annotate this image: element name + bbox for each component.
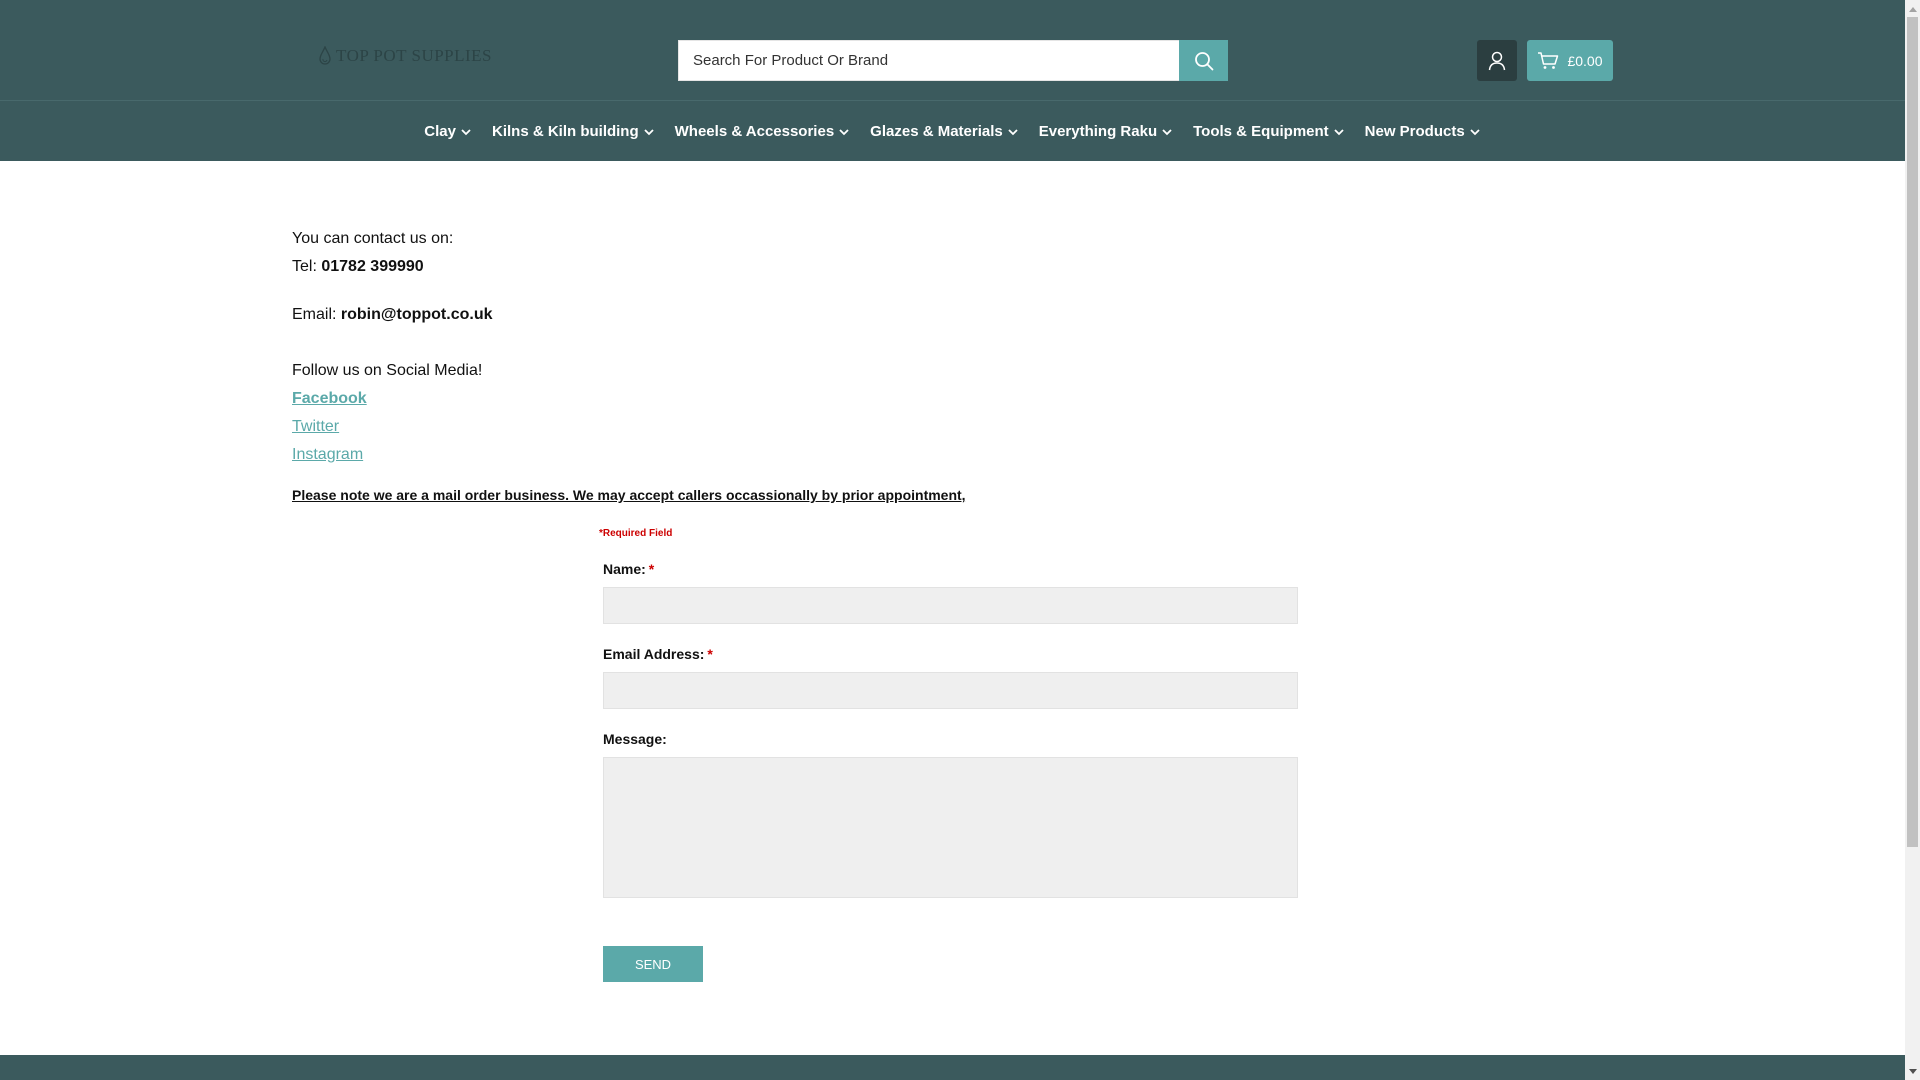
send-button[interactable]: SEND (603, 946, 703, 982)
droplet-icon (319, 46, 331, 65)
scroll-up-arrow[interactable] (1905, 0, 1920, 17)
header-bar: TOP POT SUPPLIES £0.00 (0, 0, 1905, 100)
nav-item-label: New Products (1364, 123, 1465, 140)
nav-item-tools[interactable]: Tools & Equipment (1193, 123, 1345, 140)
logo-text: TOP POT SUPPLIES (336, 46, 493, 65)
chevron-down-icon (1470, 128, 1480, 135)
name-field[interactable] (603, 587, 1298, 624)
email-address-label: Email Address: * (603, 646, 1303, 662)
instagram-link[interactable]: Instagram (292, 441, 1292, 469)
page: TOP POT SUPPLIES £0.00 (0, 0, 1905, 1080)
account-button[interactable] (1477, 40, 1517, 81)
nav-list: Clay Kilns & Kiln building Wheels & Acce… (0, 101, 1905, 162)
chevron-down-icon (1162, 128, 1172, 135)
main-nav: Clay Kilns & Kiln building Wheels & Acce… (0, 100, 1905, 161)
required-marker: * (707, 646, 713, 662)
arrow-up-icon (1908, 6, 1917, 12)
chevron-down-icon (461, 128, 471, 135)
contact-form: *Required Field Name: * Email Address: * M… (599, 528, 1303, 982)
contact-info: You can contact us on: Tel: 01782 399990… (292, 225, 1292, 503)
twitter-link[interactable]: Twitter (292, 413, 1292, 441)
message-field[interactable] (603, 757, 1298, 898)
social-heading: Follow us on Social Media! (292, 362, 483, 379)
required-marker: * (648, 561, 655, 577)
scroll-down-arrow[interactable] (1905, 1063, 1920, 1080)
page-scrollbar[interactable] (1905, 0, 1920, 1080)
chevron-down-icon (1334, 128, 1344, 135)
nav-item-label: Everything Raku (1038, 123, 1158, 140)
search-icon (1194, 51, 1213, 70)
nav-item-raku[interactable]: Everything Raku (1039, 123, 1173, 140)
nav-item-clay[interactable]: Clay (424, 123, 472, 140)
message-label: Message: (603, 731, 667, 747)
chevron-down-icon (839, 128, 849, 135)
search-input[interactable] (678, 40, 1179, 81)
telephone-line: Tel: 01782 399990 (292, 253, 1292, 281)
name-label-text: Name: (603, 561, 646, 577)
search-button[interactable] (1179, 40, 1228, 81)
nav-item-label: Glazes & Materials (870, 123, 1003, 140)
nav-item-label: Wheels & Accessories (674, 123, 835, 140)
scroll-thumb[interactable] (1907, 17, 1918, 847)
user-icon (1488, 51, 1506, 70)
cart-button[interactable]: £0.00 (1527, 40, 1613, 81)
chevron-down-icon (644, 128, 654, 135)
required-field-note: *Required Field (599, 528, 673, 539)
name-label: Name: * (603, 561, 1303, 577)
cart-icon (1538, 51, 1559, 69)
nav-item-glazes[interactable]: Glazes & Materials (870, 123, 1019, 140)
arrow-down-icon (1908, 1068, 1917, 1074)
chevron-down-icon (1008, 128, 1018, 135)
contact-intro: You can contact us on: (292, 230, 454, 247)
tel-value: 01782 399990 (321, 258, 424, 275)
nav-item-label: Tools & Equipment (1193, 123, 1329, 140)
email-value: robin@toppot.co.uk (340, 306, 493, 323)
search-bar (678, 40, 1228, 81)
nav-item-label: Kilns & Kiln building (491, 123, 639, 140)
email-label: Email: (292, 306, 337, 323)
footer-bar (0, 1055, 1905, 1080)
email-line: Email: robin@toppot.co.uk (292, 301, 1292, 329)
mail-order-notice: Please note we are a mail order business… (292, 487, 966, 503)
email-field[interactable] (603, 672, 1298, 709)
tel-label: Tel: (292, 258, 317, 275)
site-logo[interactable]: TOP POT SUPPLIES (318, 46, 492, 66)
cart-total: £0.00 (1567, 52, 1603, 69)
nav-item-label: Clay (424, 123, 456, 140)
nav-item-kilns[interactable]: Kilns & Kiln building (492, 123, 655, 140)
facebook-link[interactable]: Facebook (292, 385, 1292, 413)
nav-item-new-products[interactable]: New Products (1365, 123, 1481, 140)
email-label-text: Email Address: (603, 646, 705, 662)
nav-item-wheels[interactable]: Wheels & Accessories (675, 123, 851, 140)
